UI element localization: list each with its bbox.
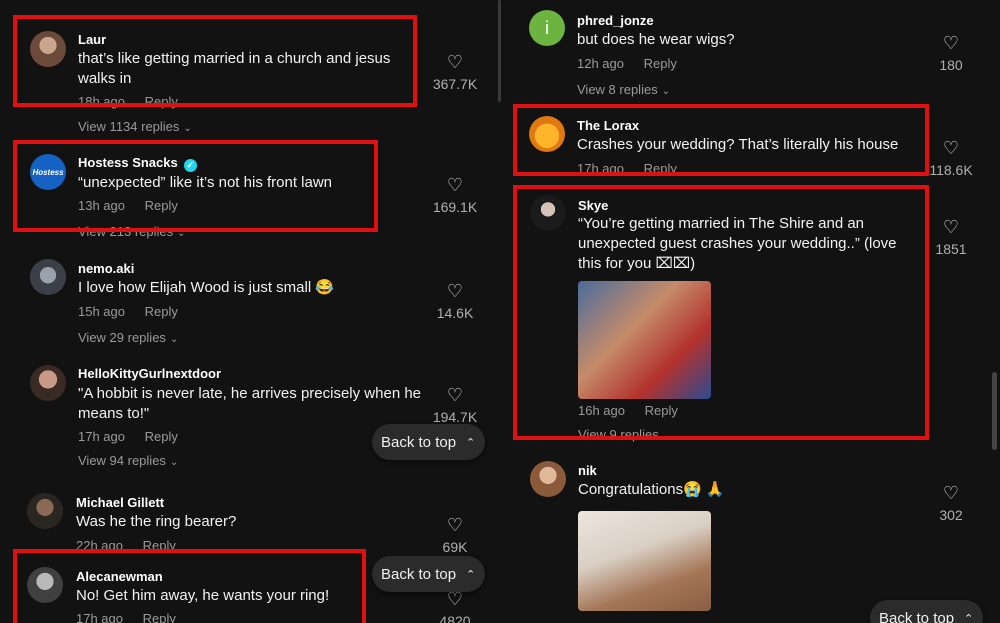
view-replies-label: View 29 replies: [78, 330, 166, 345]
like-count: 4820: [439, 613, 471, 623]
reply-button[interactable]: Reply: [644, 56, 677, 71]
comment-meta: 17h ago Reply: [78, 429, 178, 444]
like-button[interactable]: ♡ 69K: [425, 516, 485, 555]
like-count: 1851: [935, 241, 967, 257]
heart-icon[interactable]: ♡: [425, 53, 485, 71]
comment-meta: 15h ago Reply: [78, 304, 178, 319]
like-count: 367.7K: [432, 76, 478, 92]
back-to-top-label: Back to top: [381, 433, 457, 451]
view-replies-label: View 1134 replies: [78, 119, 180, 134]
comments-pane-left: Laur that’s like getting married in a ch…: [0, 0, 500, 623]
heart-icon[interactable]: ♡: [425, 590, 485, 608]
view-replies-button[interactable]: View 29 replies ⌄: [78, 330, 178, 345]
view-replies-button[interactable]: View 8 replies ⌄: [577, 82, 670, 97]
avatar[interactable]: [30, 259, 66, 295]
like-button[interactable]: ♡ 169.1K: [425, 176, 485, 215]
like-button[interactable]: ♡ 4820: [425, 590, 485, 623]
comment-username[interactable]: Michael Gillett: [76, 495, 164, 510]
heart-icon[interactable]: ♡: [921, 484, 981, 502]
reply-button[interactable]: Reply: [145, 304, 178, 319]
back-to-top-button[interactable]: Back to top ⌃: [870, 600, 984, 623]
like-button[interactable]: ♡ 302: [921, 484, 981, 523]
like-count: 118.6K: [929, 162, 973, 178]
view-replies-label: View 8 replies: [577, 82, 658, 97]
comments-pane-right: i phred_jonze but does he wear wigs? 12h…: [503, 0, 1000, 623]
highlight-box: [13, 140, 378, 232]
like-button[interactable]: ♡ 367.7K: [425, 53, 485, 92]
highlight-box: [13, 549, 366, 623]
comment-time: 15h ago: [78, 304, 125, 319]
view-replies-label: View 94 replies: [78, 453, 166, 468]
comment-time: 17h ago: [78, 429, 125, 444]
chevron-down-icon: ⌄: [169, 334, 179, 345]
like-count: 194.7K: [432, 409, 478, 425]
reply-button[interactable]: Reply: [145, 429, 178, 444]
avatar[interactable]: [530, 461, 566, 497]
like-count: 69K: [442, 539, 468, 555]
chevron-down-icon: ⌄: [169, 457, 179, 468]
back-to-top-button[interactable]: Back to top ⌃: [372, 556, 486, 592]
heart-icon[interactable]: ♡: [921, 139, 981, 157]
comment-username[interactable]: nik: [578, 463, 597, 478]
comment-text: but does he wear wigs?: [577, 31, 735, 48]
avatar[interactable]: [27, 493, 63, 529]
like-button[interactable]: ♡ 194.7K: [425, 386, 485, 425]
chevron-up-icon: ⌃: [466, 436, 476, 449]
like-button[interactable]: ♡ 118.6K: [921, 139, 981, 178]
heart-icon[interactable]: ♡: [425, 386, 485, 404]
highlight-box: [513, 104, 929, 176]
view-replies-button[interactable]: View 1134 replies ⌄: [78, 119, 192, 134]
heart-icon[interactable]: ♡: [921, 34, 981, 52]
highlight-box: [513, 185, 929, 440]
heart-icon[interactable]: ♡: [425, 516, 485, 534]
back-to-top-button[interactable]: Back to top ⌃: [372, 424, 486, 460]
back-to-top-label: Back to top: [381, 565, 457, 583]
like-count: 169.1K: [432, 199, 478, 215]
like-count: 302: [939, 507, 963, 523]
chevron-down-icon: ⌄: [183, 123, 192, 134]
avatar[interactable]: [30, 365, 66, 401]
like-button[interactable]: ♡ 1851: [921, 218, 981, 257]
highlight-box: [13, 15, 417, 107]
chevron-up-icon: ⌃: [466, 568, 476, 581]
scrollbar[interactable]: [498, 0, 501, 102]
heart-icon[interactable]: ♡: [425, 176, 485, 194]
comment-username[interactable]: HelloKittyGurlnextdoor: [78, 366, 221, 381]
comment-text: "A hobbit is never late, he arrives prec…: [78, 385, 422, 422]
comment-text: Was he the ring bearer?: [76, 513, 237, 530]
heart-icon[interactable]: ♡: [921, 218, 981, 236]
view-replies-button[interactable]: View 94 replies ⌄: [78, 453, 178, 468]
comment-username[interactable]: nemo.aki: [78, 261, 134, 276]
chevron-down-icon: ⌄: [661, 86, 671, 97]
chevron-up-icon: ⌃: [964, 612, 974, 623]
avatar[interactable]: i: [529, 10, 565, 46]
scrollbar[interactable]: [992, 372, 997, 450]
comment-username[interactable]: phred_jonze: [577, 13, 654, 28]
comment-text: Congratulations😭 🙏: [578, 481, 725, 498]
like-button[interactable]: ♡ 180: [921, 34, 981, 73]
comment-text: I love how Elijah Wood is just small 😂: [78, 279, 334, 296]
comment-meta: 12h ago Reply: [577, 56, 677, 71]
like-count: 14.6K: [436, 305, 474, 321]
like-count: 180: [939, 57, 963, 73]
gif-image[interactable]: [578, 511, 711, 611]
comment-time: 12h ago: [577, 56, 624, 71]
back-to-top-label: Back to top: [879, 609, 955, 623]
heart-icon[interactable]: ♡: [425, 282, 485, 300]
avatar-initial: i: [545, 17, 549, 38]
like-button[interactable]: ♡ 14.6K: [425, 282, 485, 321]
